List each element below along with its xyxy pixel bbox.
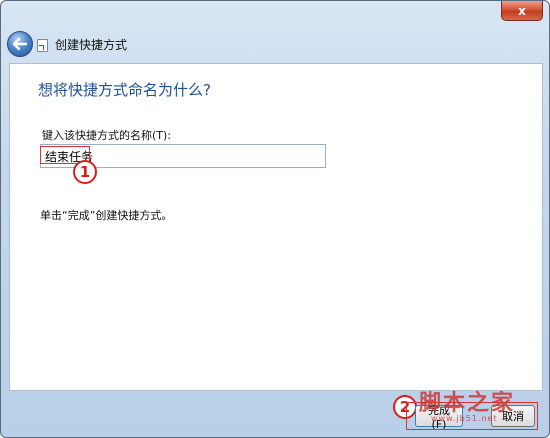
- wizard-content: 想将快捷方式命名为什么? 键入该快捷方式的名称(T): 单击“完成”创建快捷方式…: [9, 63, 543, 391]
- page-heading: 想将快捷方式命名为什么?: [38, 81, 211, 99]
- shortcut-icon: [37, 39, 48, 52]
- create-shortcut-window: x 创建快捷方式 想将快捷方式命名为什么? 键入该快捷方式的名称(T): 单击“…: [0, 0, 550, 438]
- back-button[interactable]: [7, 31, 33, 57]
- finish-hint: 单击“完成”创建快捷方式。: [40, 209, 173, 222]
- close-icon: x: [518, 3, 526, 18]
- wizard-title: 创建快捷方式: [55, 38, 128, 52]
- step-1-marker: 1: [73, 160, 97, 184]
- step-2-marker: 2: [393, 395, 417, 419]
- title-bar: x: [1, 1, 549, 31]
- wizard-nav-bar: 创建快捷方式: [1, 29, 549, 59]
- back-arrow-icon: [13, 38, 27, 50]
- site-watermark-url: www.jb51.net: [431, 414, 498, 423]
- site-watermark: 脚本之家: [419, 390, 516, 416]
- shortcut-name-label: 键入该快捷方式的名称(T):: [42, 129, 172, 142]
- close-button[interactable]: x: [501, 1, 543, 21]
